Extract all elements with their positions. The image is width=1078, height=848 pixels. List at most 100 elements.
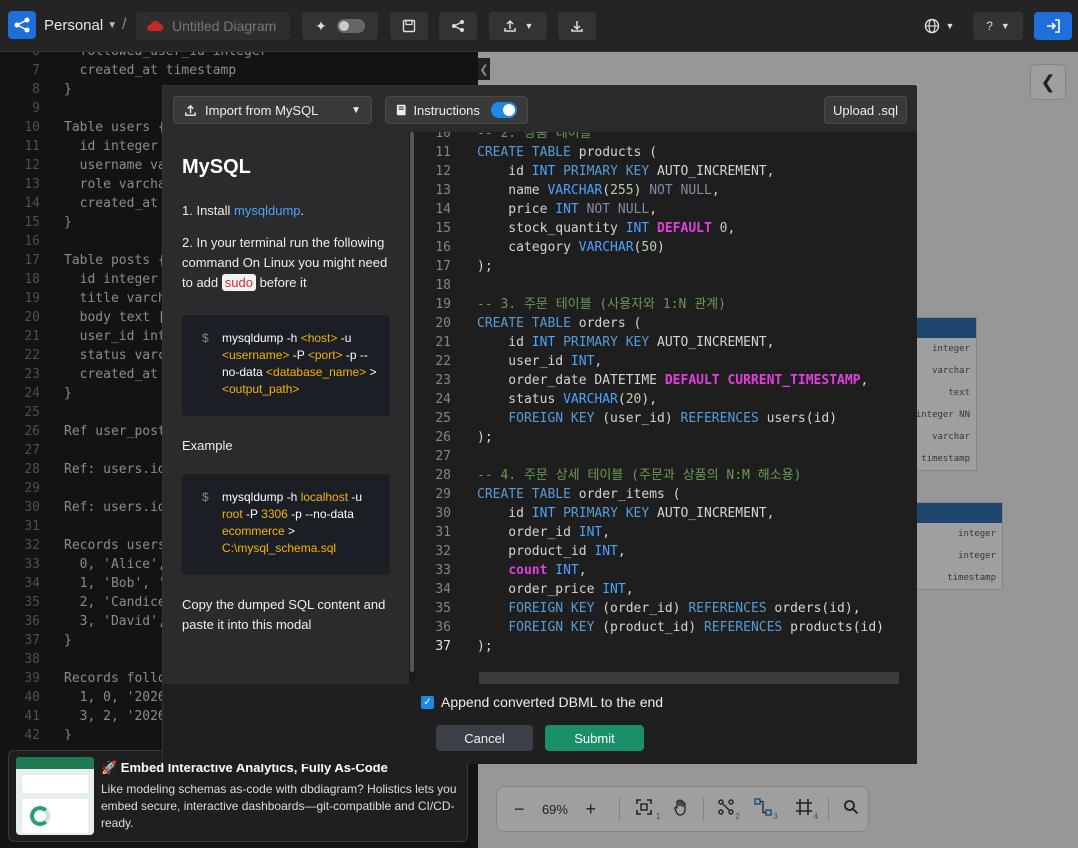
help-menu-button[interactable]: ? ▼ <box>973 12 1023 40</box>
line-number: 21 <box>435 335 451 350</box>
example-command-block[interactable]: $ mysqldump -h localhost -u root -P 3306… <box>182 474 390 575</box>
language-selector[interactable]: ▼ <box>916 12 962 40</box>
upload-icon <box>503 19 516 32</box>
diagram-title: Untitled Diagram <box>172 18 277 34</box>
login-button[interactable] <box>1034 12 1072 40</box>
code-text: FOREIGN KEY (user_id) REFERENCES users(i… <box>508 411 838 426</box>
code-text: -- 3. 주문 테이블 (사용자와 1:N 관계) <box>477 297 726 312</box>
line-number: 10 <box>435 132 451 141</box>
line-number: 29 <box>435 487 451 502</box>
globe-icon <box>924 18 939 34</box>
code-text: status VARCHAR(20), <box>477 392 658 407</box>
diagram-title-field[interactable]: Untitled Diagram <box>136 12 290 40</box>
instructions-toggle[interactable]: Instructions <box>385 96 528 124</box>
step-1: 1. Install mysqldump. <box>182 203 305 218</box>
line-number: 19 <box>435 297 451 312</box>
download-button[interactable] <box>558 12 596 40</box>
import-modal: Import from MySQL ▼ Instructions Upload … <box>162 85 917 764</box>
export-menu-button[interactable]: ▼ <box>489 12 547 40</box>
workspace-selector[interactable]: Personal ▼ <box>44 17 117 34</box>
code-text: id INT PRIMARY KEY AUTO_INCREMENT, <box>477 164 775 179</box>
sign-in-icon <box>1047 19 1060 33</box>
step-2: 2. In your terminal run the following co… <box>182 235 388 291</box>
code-line: 30 id INT PRIMARY KEY AUTO_INCREMENT, <box>415 504 917 523</box>
line-number: 33 <box>435 563 451 578</box>
code-line: 31 order_id INT, <box>415 523 917 542</box>
line-number: 25 <box>435 411 451 426</box>
code-line: 25 FOREIGN KEY (user_id) REFERENCES user… <box>415 409 917 428</box>
upload-sql-button[interactable]: Upload .sql <box>824 96 907 124</box>
line-number: 24 <box>435 392 451 407</box>
code-text: FOREIGN KEY (order_id) REFERENCES orders… <box>508 601 861 616</box>
code-line: 20 CREATE TABLE orders ( <box>415 314 917 333</box>
append-checkbox[interactable]: ✓ <box>421 695 434 709</box>
line-number: 11 <box>435 145 451 160</box>
app-logo-icon[interactable] <box>8 11 36 39</box>
chevron-down-icon: ▼ <box>524 21 534 31</box>
code-text: order_date DATETIME DEFAULT CURRENT_TIME… <box>477 373 869 388</box>
code-line: 21 id INT PRIMARY KEY AUTO_INCREMENT, <box>415 333 917 352</box>
instructions-switch[interactable] <box>490 102 517 118</box>
sparkle-icon: ✦ <box>315 17 327 34</box>
code-text: count INT, <box>508 563 587 578</box>
promo-description: Like modeling schemas as-code with dbdia… <box>101 782 457 830</box>
save-button[interactable] <box>390 12 428 40</box>
prompt-symbol: $ <box>202 331 209 345</box>
line-number: 32 <box>435 544 451 559</box>
line-number: 26 <box>435 430 451 445</box>
code-horizontal-scrollbar[interactable] <box>479 672 899 684</box>
code-line: 16 category VARCHAR(50) <box>415 238 917 257</box>
append-checkbox-row[interactable]: ✓ Append converted DBML to the end <box>421 694 663 710</box>
command-block[interactable]: $ mysqldump -h <host> -u <username> -P <… <box>182 315 390 416</box>
line-number: 13 <box>435 183 451 198</box>
code-line: 27 <box>415 447 917 466</box>
line-number: 35 <box>435 601 451 616</box>
code-text: CREATE TABLE products ( <box>477 145 658 160</box>
scrollbar-thumb[interactable] <box>410 132 414 672</box>
code-line: 36 FOREIGN KEY (product_id) REFERENCES p… <box>415 618 917 637</box>
prompt-symbol: $ <box>202 490 209 504</box>
code-line: 14 price INT NOT NULL, <box>415 200 917 219</box>
code-line: 29 CREATE TABLE order_items ( <box>415 485 917 504</box>
book-icon <box>396 104 406 116</box>
code-line: 22 user_id INT, <box>415 352 917 371</box>
mysqldump-link[interactable]: mysqldump <box>234 203 300 218</box>
code-text: order_price INT, <box>477 582 634 597</box>
code-text: ); <box>477 639 493 654</box>
line-number: 31 <box>435 525 451 540</box>
code-text: id INT PRIMARY KEY AUTO_INCREMENT, <box>477 335 775 350</box>
floppy-disk-icon <box>402 19 416 33</box>
share-icon <box>452 20 464 32</box>
submit-button[interactable]: Submit <box>545 725 644 751</box>
chevron-down-icon: ▼ <box>1000 21 1010 31</box>
chevron-down-icon: ▼ <box>945 21 955 31</box>
code-line: 11 CREATE TABLE products ( <box>415 143 917 162</box>
sql-input-editor[interactable]: 10 -- 2. 상품 테이블 11 CREATE TABLE products (1… <box>415 132 917 684</box>
line-number: 20 <box>435 316 451 331</box>
code-line: 37); <box>415 637 917 656</box>
workspace-name: Personal <box>44 17 104 34</box>
code-line: 15 stock_quantity INT DEFAULT 0, <box>415 219 917 238</box>
append-label: Append converted DBML to the end <box>441 694 664 710</box>
cloud-icon <box>147 20 164 31</box>
code-text: price INT NOT NULL, <box>477 202 658 217</box>
import-source-select[interactable]: Import from MySQL ▼ <box>173 96 372 124</box>
cancel-button[interactable]: Cancel <box>436 725 533 751</box>
code-line: 13 name VARCHAR(255) NOT NULL, <box>415 181 917 200</box>
code-line: 32 product_id INT, <box>415 542 917 561</box>
code-line: 10 -- 2. 상품 테이블 <box>415 132 917 143</box>
line-number: 28 <box>435 468 451 483</box>
code-text: FOREIGN KEY (product_id) REFERENCES prod… <box>508 620 885 635</box>
line-number: 36 <box>435 620 451 635</box>
code-line: 33 count INT, <box>415 561 917 580</box>
line-number: 23 <box>435 373 451 388</box>
ai-toggle-switch[interactable] <box>336 19 365 33</box>
code-line: 19 -- 3. 주문 테이블 (사용자와 1:N 관계) <box>415 295 917 314</box>
share-button[interactable] <box>439 12 477 40</box>
ai-toggle-button[interactable]: ✦ <box>302 12 378 40</box>
example-label: Example <box>182 438 233 453</box>
line-number: 30 <box>435 506 451 521</box>
top-bar: Personal ▼ / Untitled Diagram ✦ ▼ ▼ ? ▼ <box>0 0 1078 52</box>
